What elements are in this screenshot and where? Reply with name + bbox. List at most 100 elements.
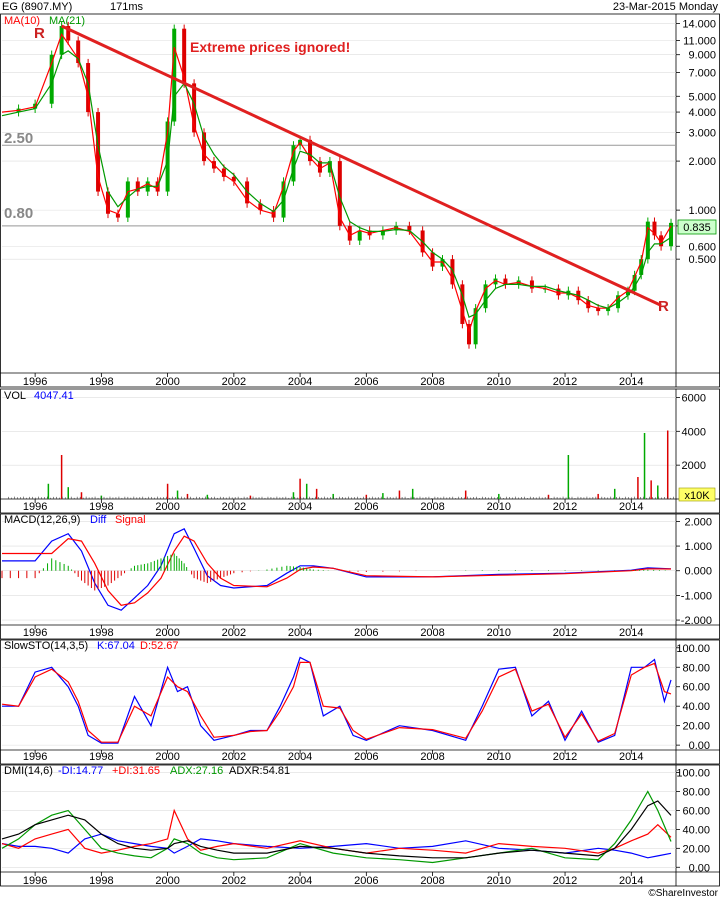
dmi-y-tick-label: 0.00	[689, 862, 710, 874]
x-tick-label: 2004	[288, 875, 312, 887]
sto-legend: SlowSTO(14,3,5)	[4, 640, 88, 652]
x-tick-label: 2008	[420, 627, 444, 639]
volume-y-tick-label: 4000	[682, 426, 706, 438]
price-bar-down	[407, 225, 412, 231]
x-tick-label: 2004	[288, 751, 312, 763]
x-tick-label: 2000	[155, 501, 179, 513]
x-tick-label: 2012	[553, 875, 577, 887]
price-bar-up	[357, 230, 362, 241]
x-tick-label: 2012	[553, 501, 577, 513]
x-tick-label: 2006	[354, 501, 378, 513]
price-y-tick-label: 7.000	[688, 67, 716, 79]
x-tick-label: 2012	[553, 751, 577, 763]
x-tick-label: 2008	[420, 376, 444, 388]
x-tick-label: 1996	[23, 875, 47, 887]
dmi-adxr-legend: ADXR:54.81	[229, 765, 290, 777]
macd-y-tick-label: -1.000	[681, 590, 712, 602]
dmi-y-tick-label: 40.00	[682, 824, 710, 836]
price-y-tick-label: 5.000	[688, 91, 716, 103]
x-tick-label: 2010	[487, 376, 511, 388]
x-tick-label: 2002	[222, 751, 246, 763]
x-tick-label: 2014	[619, 376, 643, 388]
price-bar-up	[125, 181, 130, 218]
x-tick-label: 1996	[23, 627, 47, 639]
level-label-low: 0.80	[4, 205, 33, 222]
x-tick-label: 2010	[487, 627, 511, 639]
macd-y-axis: 2.000 1.000 0.000 -1.000 -2.000	[676, 516, 712, 627]
price-y-tick-label: 0.600	[688, 241, 716, 253]
price-y-tick-label: 1.000	[688, 205, 716, 217]
x-tick-label: 1998	[89, 501, 113, 513]
price-y-tick-label: 2.000	[688, 156, 716, 168]
x-tick-label: 1996	[23, 376, 47, 388]
x-tick-label: 2002	[222, 376, 246, 388]
stochastic-d-line	[1, 661, 672, 743]
latency-label: 171ms	[110, 1, 144, 13]
x-tick-label: 2002	[222, 501, 246, 513]
x-tick-label: 2014	[619, 751, 643, 763]
macd-diff-legend: Diff	[90, 514, 107, 526]
x-tick-label: 2000	[155, 376, 179, 388]
panel-frame-dmi	[0, 764, 720, 887]
x-tick-label: 2012	[553, 627, 577, 639]
x-tick-label: 2010	[487, 751, 511, 763]
dmi-y-tick-label: 20.00	[682, 843, 710, 855]
sto-y-tick-label: 100.00	[676, 643, 710, 655]
x-tick-label: 2000	[155, 751, 179, 763]
price-series	[1, 21, 676, 349]
x-tick-label: 1996	[23, 501, 47, 513]
x-tick-label: 2008	[420, 751, 444, 763]
chart-svg: EG (8907.MY) 171ms 23-Mar-2015 Monday MA…	[0, 1, 720, 899]
last-price-value: 0.835	[683, 222, 711, 234]
price-y-tick-label: 9.000	[688, 50, 716, 62]
volume-legend: VOL	[4, 390, 26, 402]
x-tick-label: 2006	[354, 627, 378, 639]
x-tick-label: 2014	[619, 875, 643, 887]
panel-gridlines	[2, 23, 676, 868]
x-tick-label: 2002	[222, 875, 246, 887]
stochastic-series	[1, 656, 672, 744]
x-tick-label: 2008	[420, 875, 444, 887]
price-y-tick-label: 4.000	[688, 107, 716, 119]
dmi-y-tick-label: 100.00	[676, 768, 710, 780]
x-tick-label: 2004	[288, 627, 312, 639]
sto-y-tick-label: 60.00	[682, 682, 710, 694]
x-tick-label: 2000	[155, 875, 179, 887]
sto-y-tick-label: 40.00	[682, 701, 710, 713]
resistance-trendline	[60, 24, 662, 307]
volume-unit-label: x10K	[684, 490, 710, 502]
x-tick-label: 1996	[23, 751, 47, 763]
sto-k-legend: K:67.04	[97, 640, 135, 652]
x-tick-label: 2006	[354, 875, 378, 887]
x-tick-label: 2014	[619, 501, 643, 513]
x-tick-label: 2012	[553, 376, 577, 388]
volume-y-axis: 6000 4000 2000	[676, 392, 706, 472]
sto-d-legend: D:52.67	[140, 640, 179, 652]
x-tick-label: 1998	[89, 875, 113, 887]
price-bar-down	[529, 280, 534, 289]
price-y-tick-label: 11.000	[683, 36, 716, 48]
x-tick-label: 2014	[619, 627, 643, 639]
macd-y-tick-label: 2.000	[684, 516, 712, 528]
dmi-y-axis: 100.00 80.00 60.00 40.00 20.00 0.00	[676, 768, 710, 874]
macd-y-tick-label: -2.000	[681, 615, 712, 627]
x-tick-label: 1998	[89, 751, 113, 763]
x-tick-label: 2004	[288, 501, 312, 513]
x-tick-label: 2004	[288, 376, 312, 388]
panel-frame-vol	[0, 388, 720, 514]
dmi-adx-legend: ADX:27.16	[170, 765, 223, 777]
dmi-plus-legend: +DI:31.65	[112, 765, 160, 777]
resistance-label-left: R	[34, 25, 45, 42]
x-tick-label: 2002	[222, 627, 246, 639]
x-tick-label: 2010	[487, 501, 511, 513]
price-bar-up	[59, 26, 64, 55]
x-tick-label: 2006	[354, 376, 378, 388]
price-y-tick-label: 3.000	[688, 127, 716, 139]
ma10-line	[1, 32, 672, 334]
volume-y-tick-label: 6000	[682, 392, 706, 404]
symbol-label: EG (8907.MY)	[2, 1, 72, 13]
volume-bars	[8, 430, 674, 499]
volume-legend-value: 4047.41	[34, 390, 74, 402]
x-tick-label: 1998	[89, 376, 113, 388]
macd-legend: MACD(12,26,9)	[4, 514, 80, 526]
